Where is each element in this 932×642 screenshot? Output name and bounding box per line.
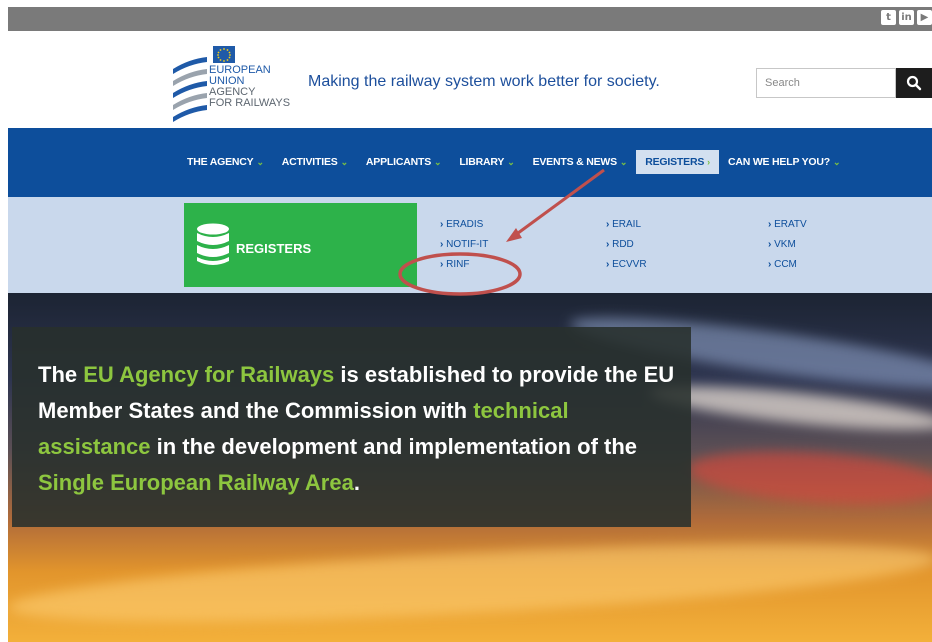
hero-statement: The EU Agency for Railways is establishe… [38, 357, 678, 501]
chevron-down-icon: ⌄ [619, 156, 628, 167]
agency-logo[interactable]: EUROPEAN UNION AGENCY FOR RAILWAYS [171, 43, 301, 122]
nav-label: REGISTERS [645, 156, 705, 168]
nav-label: CAN WE HELP YOU? [727, 156, 830, 168]
hero-text-part: . [353, 470, 360, 495]
database-icon [197, 223, 229, 265]
light-streak [686, 443, 932, 513]
hero-link-agency[interactable]: EU Agency for Railways [83, 362, 334, 387]
search-button[interactable] [896, 68, 932, 98]
youtube-icon[interactable]: ▶ [917, 10, 932, 25]
nav-label: ACTIVITIES [281, 156, 338, 168]
twitter-icon[interactable]: t [881, 10, 896, 25]
hero-banner: The EU Agency for Railways is establishe… [8, 293, 932, 642]
link-ecvvr[interactable]: ECVVR [606, 255, 646, 275]
hero-text-part: The [38, 362, 84, 387]
nav-item-registers[interactable]: REGISTERS › [636, 150, 719, 174]
chevron-down-icon: ⌄ [256, 156, 264, 167]
chevron-down-icon: ⌄ [832, 156, 841, 167]
chevron-right-icon: › [707, 157, 710, 167]
logo-line-for-railways: FOR RAILWAYS [209, 97, 291, 109]
hero-text-panel: The EU Agency for Railways is establishe… [12, 327, 691, 527]
logo-text: EUROPEAN UNION AGENCY FOR RAILWAYS [209, 65, 290, 109]
social-links: t in ▶ [881, 10, 932, 25]
nav-item-can-we-help[interactable]: CAN WE HELP YOU? ⌄ [719, 150, 849, 174]
light-streak [8, 528, 932, 638]
nav-label: EVENTS & NEWS [532, 156, 618, 168]
search-form [756, 68, 932, 98]
site-tagline: Making the railway system work better fo… [308, 73, 660, 90]
nav-item-activities[interactable]: ACTIVITIES ⌄ [273, 150, 357, 174]
search-icon [906, 75, 922, 91]
linkedin-icon[interactable]: in [899, 10, 914, 25]
registers-dropdown: REGISTERS ERADIS NOTIF-IT RINF ERAIL RDD… [8, 197, 932, 293]
link-rinf[interactable]: RINF [440, 255, 488, 275]
link-rdd[interactable]: RDD [606, 235, 647, 255]
nav-item-library[interactable]: LIBRARY ⌄ [450, 150, 523, 174]
top-utility-bar: t in ▶ [8, 7, 932, 31]
link-notif-it[interactable]: NOTIF-IT [440, 235, 488, 255]
link-vkm[interactable]: VKM [768, 235, 807, 255]
nav-label: THE AGENCY [187, 156, 254, 168]
registers-links-col1: ERADIS NOTIF-IT RINF [440, 215, 488, 275]
site-header: EUROPEAN UNION AGENCY FOR RAILWAYS Makin… [8, 31, 932, 128]
search-input[interactable] [756, 68, 896, 98]
chevron-down-icon: ⌄ [434, 156, 442, 167]
nav-label: APPLICANTS [365, 156, 431, 168]
link-erail[interactable]: ERAIL [606, 215, 647, 235]
chevron-down-icon: ⌄ [507, 156, 515, 167]
hero-text-part: in the development and implementation of… [150, 434, 638, 459]
link-eradis[interactable]: ERADIS [440, 215, 488, 235]
nav-item-the-agency[interactable]: THE AGENCY ⌄ [178, 150, 273, 174]
registers-title: REGISTERS [236, 241, 312, 256]
nav-item-applicants[interactable]: APPLICANTS ⌄ [357, 150, 450, 174]
main-navigation: THE AGENCY ⌄ ACTIVITIES ⌄ APPLICANTS ⌄ LIBR… [8, 128, 932, 197]
hero-link-single-european-railway-area[interactable]: Single European Railway Area [38, 470, 354, 495]
registers-links-col3: ERATV VKM CCM [768, 215, 807, 275]
registers-panel[interactable]: REGISTERS [184, 203, 417, 287]
link-eratv[interactable]: ERATV [768, 215, 807, 235]
registers-links-col2: ERAIL RDD ECVVR [606, 215, 647, 275]
nav-item-events-news[interactable]: EVENTS & NEWS ⌄ [524, 150, 637, 174]
link-ccm[interactable]: CCM [768, 255, 807, 275]
nav-label: LIBRARY [459, 156, 505, 168]
chevron-down-icon: ⌄ [340, 156, 349, 167]
